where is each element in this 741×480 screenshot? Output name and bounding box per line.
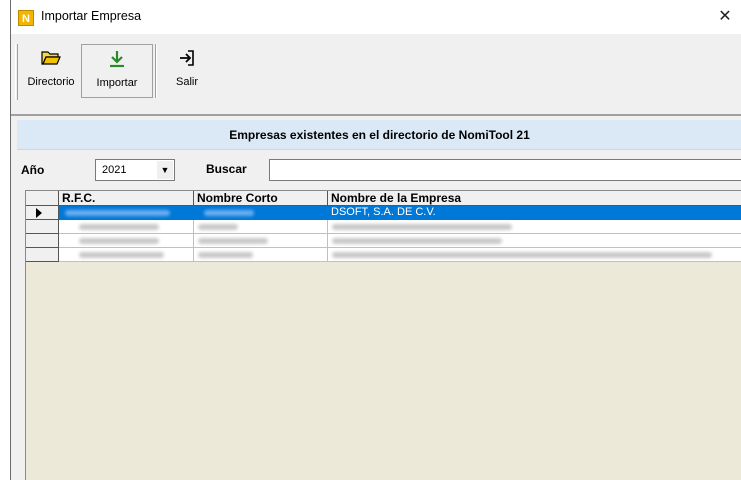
download-arrow-icon [82,49,152,75]
row-indicator[interactable] [26,220,59,234]
app-icon: N [18,10,34,26]
toolbar-separator [155,44,157,98]
import-company-window: N Importar Empresa ✕ Directorio Importar [10,0,741,480]
redacted-text [198,252,253,258]
column-header-rfc[interactable]: R.F.C. [59,191,194,206]
year-label: Año [21,163,45,177]
table-row[interactable] [26,220,741,234]
column-header-nombre-corto[interactable]: Nombre Corto [194,191,328,206]
redacted-text [79,238,159,244]
directory-banner: Empresas existentes en el directorio de … [17,120,741,150]
title-bar: N Importar Empresa ✕ [11,0,741,34]
redacted-text [332,238,502,244]
salir-button[interactable]: Salir [165,44,209,98]
cell-rfc[interactable] [59,206,194,220]
cell-rfc[interactable] [59,248,194,262]
table-row[interactable] [26,248,741,262]
search-label: Buscar [206,162,247,176]
filter-bar: Año 2021 ▼ Buscar [11,156,741,184]
redacted-text [79,224,159,230]
year-dropdown[interactable]: 2021 ▼ [95,159,175,181]
cell-nombre-empresa[interactable] [328,234,741,248]
search-input[interactable] [269,159,741,181]
column-header-nombre-empresa[interactable]: Nombre de la Empresa [328,191,741,206]
row-indicator[interactable] [26,234,59,248]
close-button[interactable]: ✕ [708,0,741,34]
header-indicator [26,191,59,206]
cell-nombre-corto[interactable] [194,206,328,220]
importar-label: Importar [96,77,138,89]
chevron-down-icon[interactable]: ▼ [157,161,173,179]
cell-rfc[interactable] [59,234,194,248]
row-indicator[interactable] [26,206,59,220]
redacted-text [198,238,268,244]
company-grid[interactable]: R.F.C. Nombre Corto Nombre de la Empresa… [25,190,741,480]
cell-rfc[interactable] [59,220,194,234]
cell-nombre-corto[interactable] [194,248,328,262]
folder-open-icon [23,48,79,74]
toolbar: Directorio Importar Salir [11,36,741,112]
exit-icon [165,48,209,74]
redacted-text [79,252,164,258]
year-value: 2021 [102,164,127,176]
cell-nombre-corto[interactable] [194,234,328,248]
table-row[interactable] [26,234,741,248]
toolbar-grip[interactable] [15,44,18,100]
redacted-text [204,210,254,216]
main-panel: Empresas existentes en el directorio de … [11,114,741,480]
cell-nombre-corto[interactable] [194,220,328,234]
grid-header: R.F.C. Nombre Corto Nombre de la Empresa [26,191,741,206]
importar-button[interactable]: Importar [81,44,153,98]
redacted-text [198,224,238,230]
directorio-label: Directorio [27,76,75,88]
redacted-text [332,252,712,258]
cell-nombre-empresa[interactable] [328,248,741,262]
directorio-button[interactable]: Directorio [23,44,79,98]
current-row-icon [36,208,42,218]
table-row[interactable]: DSOFT, S.A. DE C.V. [26,206,741,220]
redacted-text [332,224,512,230]
cell-nombre-empresa[interactable] [328,220,741,234]
salir-label: Salir [175,76,198,88]
redacted-text [65,210,170,216]
row-indicator[interactable] [26,248,59,262]
cell-nombre-empresa[interactable]: DSOFT, S.A. DE C.V. [328,206,741,220]
window-title: Importar Empresa [41,9,142,23]
